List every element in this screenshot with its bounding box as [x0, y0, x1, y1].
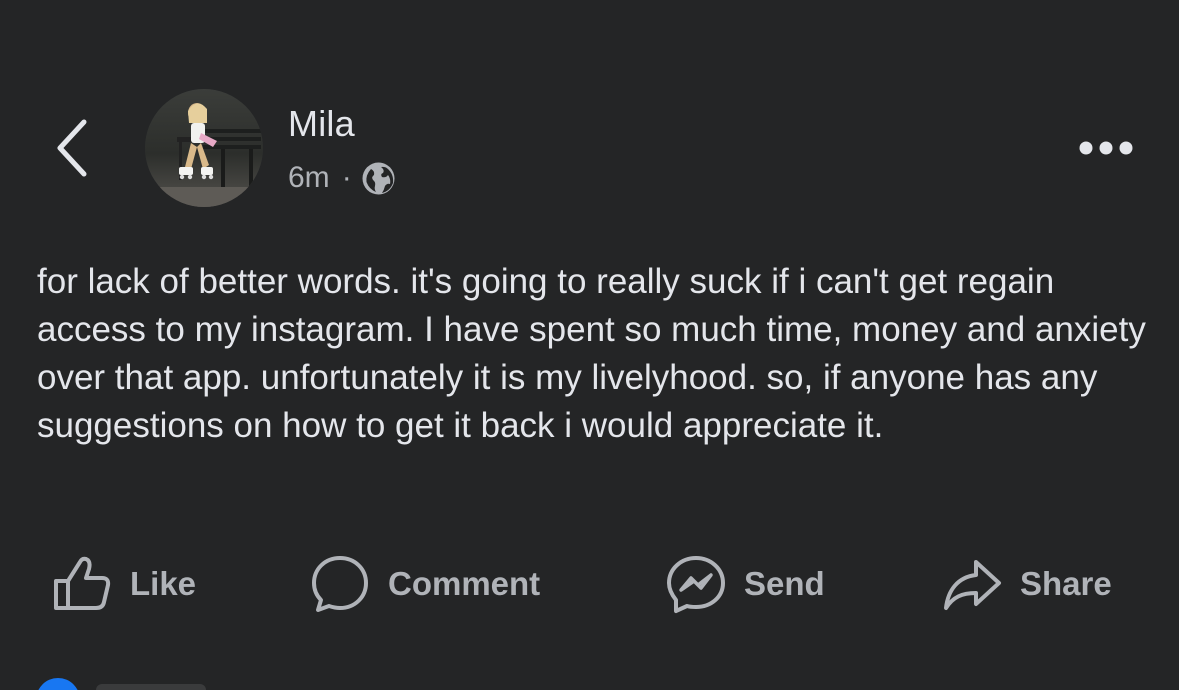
next-comment-avatar — [36, 678, 80, 690]
comment-button[interactable]: Comment — [310, 548, 540, 620]
globe-icon — [362, 162, 395, 194]
send-label: Send — [744, 565, 825, 602]
more-options-button[interactable] — [1070, 126, 1142, 170]
ellipsis-icon — [1079, 141, 1133, 155]
messenger-icon — [667, 556, 725, 613]
comment-bubble-icon — [312, 556, 368, 612]
post-body: for lack of better words. it's going to … — [37, 262, 1146, 445]
meta-separator: · — [341, 161, 352, 194]
back-button[interactable] — [44, 112, 100, 184]
like-label: Like — [130, 565, 197, 602]
profile-photo — [145, 89, 263, 207]
author-name[interactable]: Mila — [288, 103, 355, 145]
share-arrow-icon — [944, 560, 1001, 610]
avatar[interactable] — [145, 89, 263, 207]
like-button[interactable]: Like — [52, 548, 196, 620]
post-detail-screen: Mila 6m · for lack of better words. it's… — [0, 0, 1179, 690]
post-meta: 6m · — [288, 158, 395, 198]
post-time[interactable]: 6m — [288, 161, 330, 195]
share-label: Share — [1020, 565, 1112, 602]
post-actions-bar: Like Comment Send Share — [0, 548, 1179, 620]
comment-label: Comment — [388, 565, 541, 602]
next-comment-placeholder — [96, 684, 206, 690]
chevron-left-icon — [57, 119, 87, 177]
share-button[interactable]: Share — [942, 548, 1112, 620]
thumbs-up-icon — [54, 556, 111, 610]
send-button[interactable]: Send — [666, 548, 825, 620]
